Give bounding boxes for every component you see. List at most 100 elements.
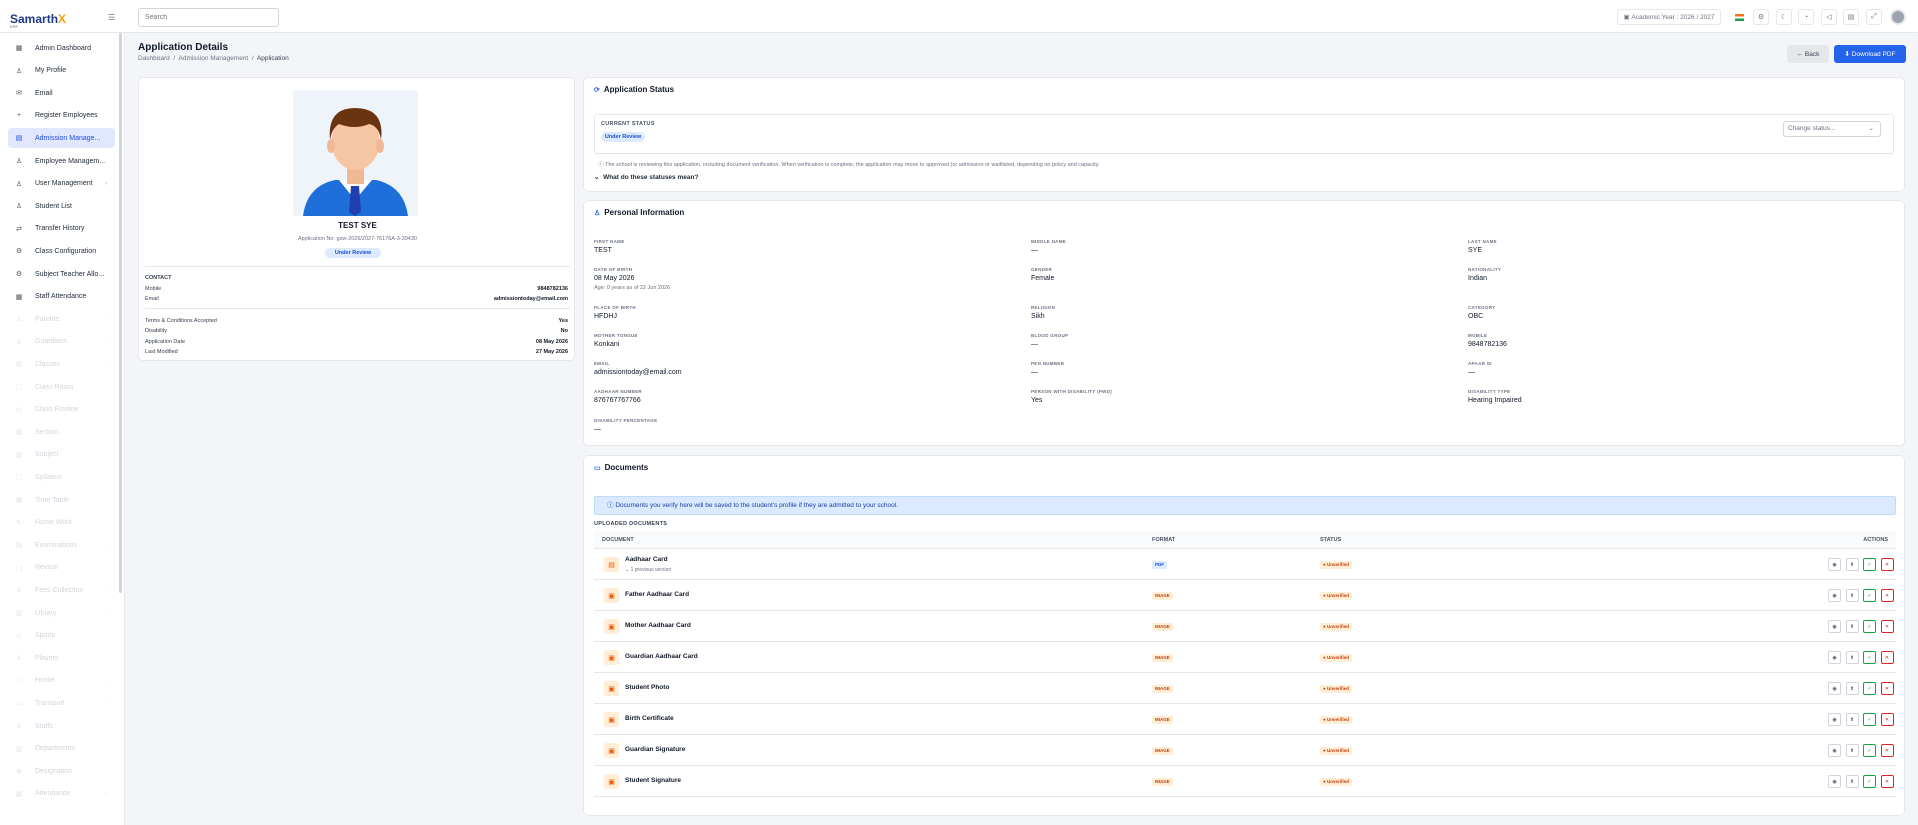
sidebar-item[interactable]: ◎ Sports: [8, 626, 115, 646]
upload-button[interactable]: ⬆: [1845, 620, 1859, 633]
view-button[interactable]: ◉: [1828, 775, 1841, 788]
reject-button[interactable]: ✕: [1880, 775, 1894, 788]
page-scrollbar[interactable]: [1913, 33, 1916, 825]
user-avatar[interactable]: [1890, 9, 1906, 25]
verify-button[interactable]: ✓: [1863, 589, 1876, 602]
field-label: FIRST NAME: [594, 239, 625, 244]
sidebar-item[interactable]: ▦ Time Table: [8, 490, 115, 510]
sidebar-item[interactable]: ▢ Syllabus: [8, 467, 115, 487]
sidebar-item[interactable]: ▢ Class Room: [8, 377, 115, 397]
view-button[interactable]: ◉: [1828, 744, 1841, 757]
sidebar-item[interactable]: ▥ Subject: [8, 445, 115, 465]
language-flag-icon[interactable]: [1731, 9, 1747, 25]
sidebar-item[interactable]: ▢ Revisor: [8, 558, 115, 578]
view-button[interactable]: ◉: [1828, 589, 1841, 602]
format-badge: IMAGE: [1152, 778, 1173, 786]
sidebar-item[interactable]: ♙ Student List: [8, 196, 115, 216]
sidebar-item[interactable]: ▦ Attendance ›: [8, 784, 115, 804]
verification-status-badge: ● Unverified: [1320, 654, 1352, 662]
sidebar-item[interactable]: ▥ Library ›: [8, 603, 115, 623]
sidebar-item[interactable]: ▤ Examinations ›: [8, 535, 115, 555]
field-value: —: [1468, 369, 1475, 376]
upload-button[interactable]: ⬆: [1845, 651, 1859, 664]
sidebar-item[interactable]: ✉ Email: [8, 83, 115, 103]
reject-button[interactable]: ✕: [1880, 651, 1894, 664]
announcement-icon[interactable]: ◁: [1821, 9, 1837, 25]
dark-mode-icon[interactable]: ☾: [1776, 9, 1792, 25]
verify-button[interactable]: ✓: [1863, 682, 1876, 695]
field-label: MIDDLE NAME: [1031, 239, 1067, 244]
reject-button[interactable]: ✕: [1880, 682, 1894, 695]
sidebar-item[interactable]: ▥ Departments: [8, 739, 115, 759]
sidebar-item[interactable]: ⚙ Subject Teacher Allo...: [8, 264, 115, 284]
dashboard-icon: ▦: [15, 45, 23, 52]
sidebar-item[interactable]: ▤ Admission Manage...: [8, 128, 115, 149]
sidebar-item[interactable]: ♙ Parents ›: [8, 309, 115, 329]
view-button[interactable]: ◉: [1828, 620, 1841, 633]
upload-button[interactable]: ⬆: [1845, 682, 1859, 695]
change-status-select[interactable]: Change status... ⌄: [1783, 121, 1881, 137]
reject-button[interactable]: ✕: [1880, 744, 1894, 757]
status-faq-toggle[interactable]: ⌄ What do these statuses mean?: [594, 173, 698, 181]
sidebar-item[interactable]: $ Fees Collection ›: [8, 580, 115, 600]
verify-button[interactable]: ✓: [1863, 558, 1876, 571]
settings-icon[interactable]: ⚙: [1753, 9, 1769, 25]
sidebar-item[interactable]: ♙ Staffs: [8, 716, 115, 736]
sidebar-scrollbar[interactable]: [119, 33, 122, 593]
sidebar-item[interactable]: ♙ Guardians ›: [8, 332, 115, 352]
sidebar-item-label: Designation: [35, 767, 72, 775]
reject-button[interactable]: ✕: [1880, 558, 1894, 571]
verify-button[interactable]: ✓: [1863, 651, 1876, 664]
notification-icon[interactable]: ◔: [1798, 9, 1814, 25]
sidebar-item[interactable]: ▦ Staff Attendance: [8, 287, 115, 307]
sidebar-item[interactable]: ▭ Transport ›: [8, 693, 115, 713]
breadcrumb-dashboard[interactable]: Dashboard: [138, 55, 170, 62]
sidebar-item[interactable]: ◷ Class Routine: [8, 400, 115, 420]
menu-collapse-icon[interactable]: ☰: [108, 13, 116, 22]
verify-button[interactable]: ✓: [1863, 744, 1876, 757]
fullscreen-icon[interactable]: ⤢: [1866, 9, 1882, 25]
sidebar-item[interactable]: ▥ Classes ›: [8, 354, 115, 374]
chevron-right-icon: ›: [105, 587, 107, 594]
upload-button[interactable]: ⬆: [1845, 558, 1859, 571]
sidebar-item[interactable]: + Register Employees: [8, 106, 115, 126]
view-button[interactable]: ◉: [1828, 651, 1841, 664]
upload-button[interactable]: ⬆: [1845, 713, 1859, 726]
reject-button[interactable]: ✕: [1880, 713, 1894, 726]
breadcrumb-admission-management[interactable]: Admission Management: [179, 55, 249, 62]
sidebar-item[interactable]: ▦ Section: [8, 422, 115, 442]
upload-button[interactable]: ⬆: [1845, 589, 1859, 602]
sidebar-item[interactable]: ♙ Players: [8, 648, 115, 668]
download-pdf-button[interactable]: ⬇ Download PDF: [1834, 45, 1906, 63]
verify-button[interactable]: ✓: [1863, 620, 1876, 633]
previous-versions-link[interactable]: ⌄ 1 previous version: [625, 567, 671, 573]
sidebar-item-label: User Management: [35, 180, 93, 188]
search-input[interactable]: [138, 8, 279, 27]
sidebar-item[interactable]: ⌂ Hostel ›: [8, 671, 115, 691]
logo[interactable]: SamarthX: [10, 12, 66, 26]
verify-button[interactable]: ✓: [1863, 713, 1876, 726]
upload-button[interactable]: ⬆: [1845, 775, 1859, 788]
terms-label: Terms & Conditions Accepted: [145, 318, 217, 324]
field-label: PLACE OF BIRTH: [594, 305, 636, 310]
view-button[interactable]: ◉: [1828, 682, 1841, 695]
reject-button[interactable]: ✕: [1880, 589, 1894, 602]
upload-button[interactable]: ⬆: [1845, 744, 1859, 757]
academic-year-selector[interactable]: ▣ Academic Year : 2026 / 2027: [1617, 9, 1721, 25]
view-button[interactable]: ◉: [1828, 558, 1841, 571]
sidebar-item[interactable]: ♙ My Profile: [8, 61, 115, 81]
verify-button[interactable]: ✓: [1863, 775, 1876, 788]
chart-icon[interactable]: ▤: [1843, 9, 1859, 25]
users-icon: ♙: [15, 158, 23, 165]
sidebar-item[interactable]: ⇄ Transfer History: [8, 219, 115, 239]
view-button[interactable]: ◉: [1828, 713, 1841, 726]
sidebar-item[interactable]: ⚙ Class Configuration: [8, 241, 115, 261]
sidebar-item[interactable]: ▦ Admin Dashboard: [8, 38, 115, 58]
sidebar-item[interactable]: ✎ Home Work: [8, 513, 115, 533]
back-button[interactable]: ← Back: [1787, 45, 1829, 63]
sidebar-item[interactable]: ◈ Designation: [8, 761, 115, 781]
reject-button[interactable]: ✕: [1880, 620, 1894, 633]
field-label: RELIGION: [1031, 305, 1056, 310]
sidebar-item[interactable]: ♙ User Management ›: [8, 174, 115, 194]
sidebar-item[interactable]: ♙ Employee Managem...: [8, 151, 115, 171]
